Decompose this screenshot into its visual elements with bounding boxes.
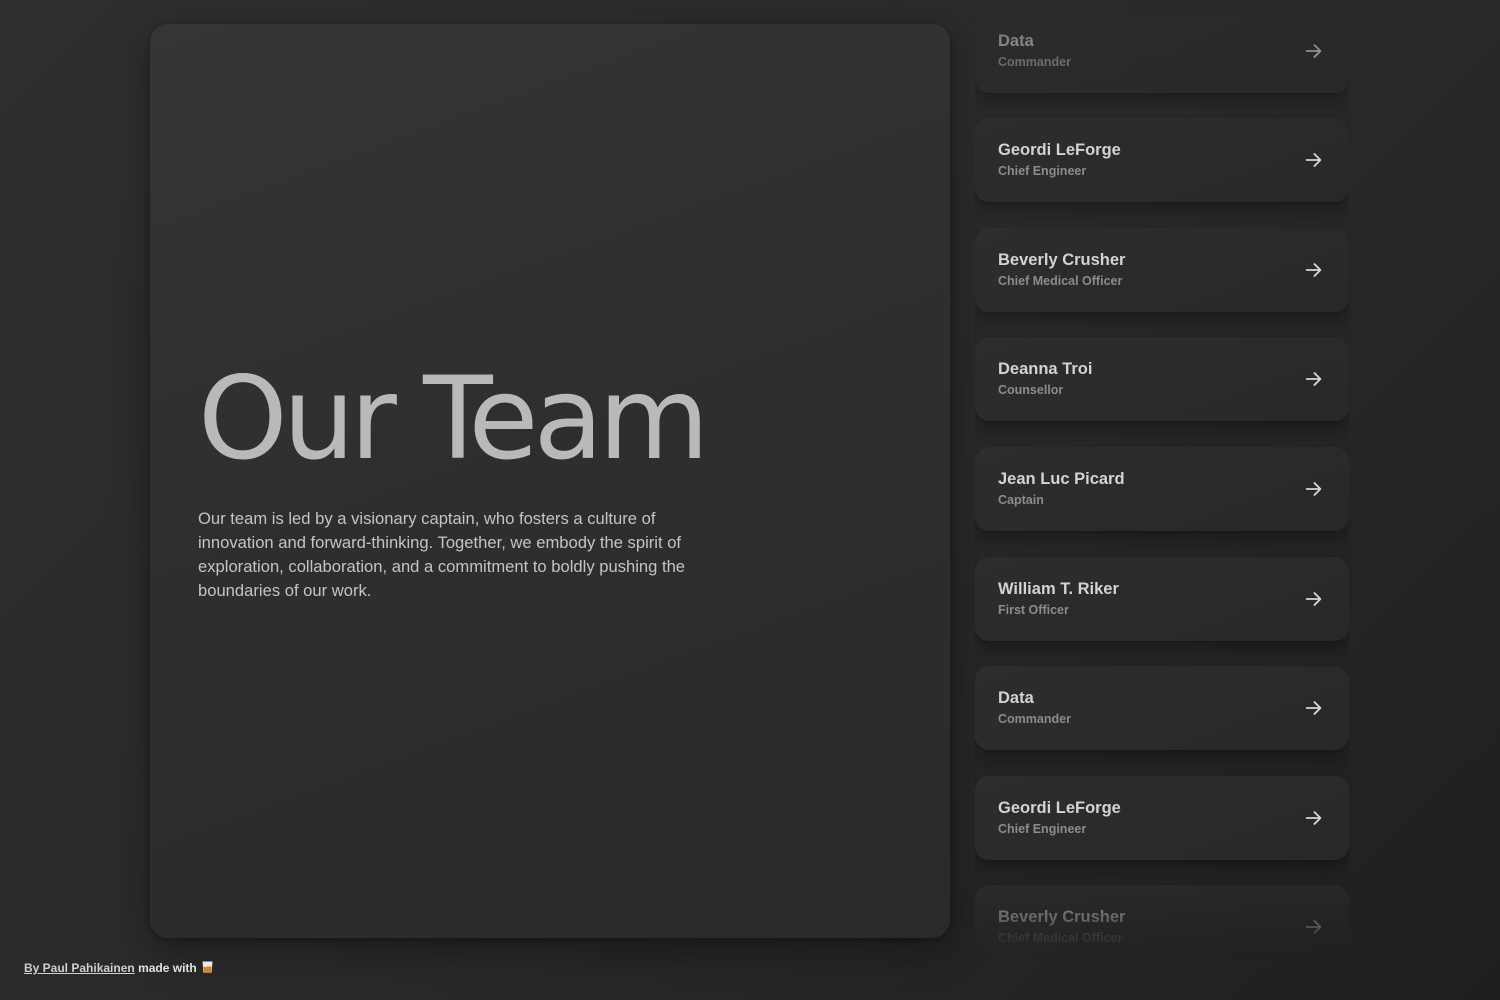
hero-card: Our Team Our team is led by a visionary … (150, 24, 950, 938)
whisky-glass-icon (202, 961, 213, 973)
member-name: William T. Riker (998, 580, 1119, 598)
member-role: First Officer (998, 603, 1069, 617)
member-card[interactable]: Beverly Crusher Chief Medical Officer (975, 885, 1349, 969)
member-role: Counsellor (998, 383, 1064, 397)
member-name: Beverly Crusher (998, 908, 1126, 926)
member-name: Data (998, 689, 1034, 707)
member-name: Deanna Troi (998, 360, 1093, 378)
member-card[interactable]: Beverly Crusher Chief Medical Officer (975, 228, 1349, 312)
page-title: Our Team (198, 352, 709, 485)
arrow-right-icon[interactable] (1303, 478, 1325, 500)
footer-credit: By Paul Pahikainen made with (24, 961, 213, 975)
member-card[interactable]: William T. Riker First Officer (975, 557, 1349, 641)
arrow-right-icon[interactable] (1303, 807, 1325, 829)
member-card[interactable]: Data Commander (975, 666, 1349, 750)
member-role: Chief Engineer (998, 822, 1087, 836)
member-name: Beverly Crusher (998, 251, 1126, 269)
member-card[interactable]: Geordi LeForge Chief Engineer (975, 776, 1349, 860)
hero-description: Our team is led by a visionary captain, … (198, 509, 686, 600)
member-role: Captain (998, 493, 1044, 507)
member-name: Data (998, 32, 1034, 50)
member-card[interactable]: Deanna Troi Counsellor (975, 337, 1349, 421)
arrow-right-icon[interactable] (1303, 259, 1325, 281)
arrow-right-icon[interactable] (1303, 588, 1325, 610)
member-card[interactable]: Jean Luc Picard Captain (975, 447, 1349, 531)
arrow-right-icon[interactable] (1303, 40, 1325, 62)
made-with-label: made with (138, 961, 197, 975)
member-role: Commander (998, 712, 1071, 726)
arrow-right-icon[interactable] (1303, 697, 1325, 719)
author-link[interactable]: By Paul Pahikainen (24, 961, 135, 975)
arrow-right-icon[interactable] (1303, 916, 1325, 938)
member-role: Commander (998, 55, 1071, 69)
team-member-list[interactable]: Data Commander Geordi LeForge Chief Engi… (975, 0, 1349, 1000)
member-name: Jean Luc Picard (998, 470, 1125, 488)
member-card[interactable]: Geordi LeForge Chief Engineer (975, 118, 1349, 202)
member-name: Geordi LeForge (998, 141, 1121, 159)
member-card[interactable]: Data Commander (975, 9, 1349, 93)
arrow-right-icon[interactable] (1303, 149, 1325, 171)
member-name: Geordi LeForge (998, 799, 1121, 817)
member-role: Chief Medical Officer (998, 274, 1123, 288)
member-role: Chief Engineer (998, 164, 1087, 178)
member-role: Chief Medical Officer (998, 931, 1123, 945)
arrow-right-icon[interactable] (1303, 368, 1325, 390)
